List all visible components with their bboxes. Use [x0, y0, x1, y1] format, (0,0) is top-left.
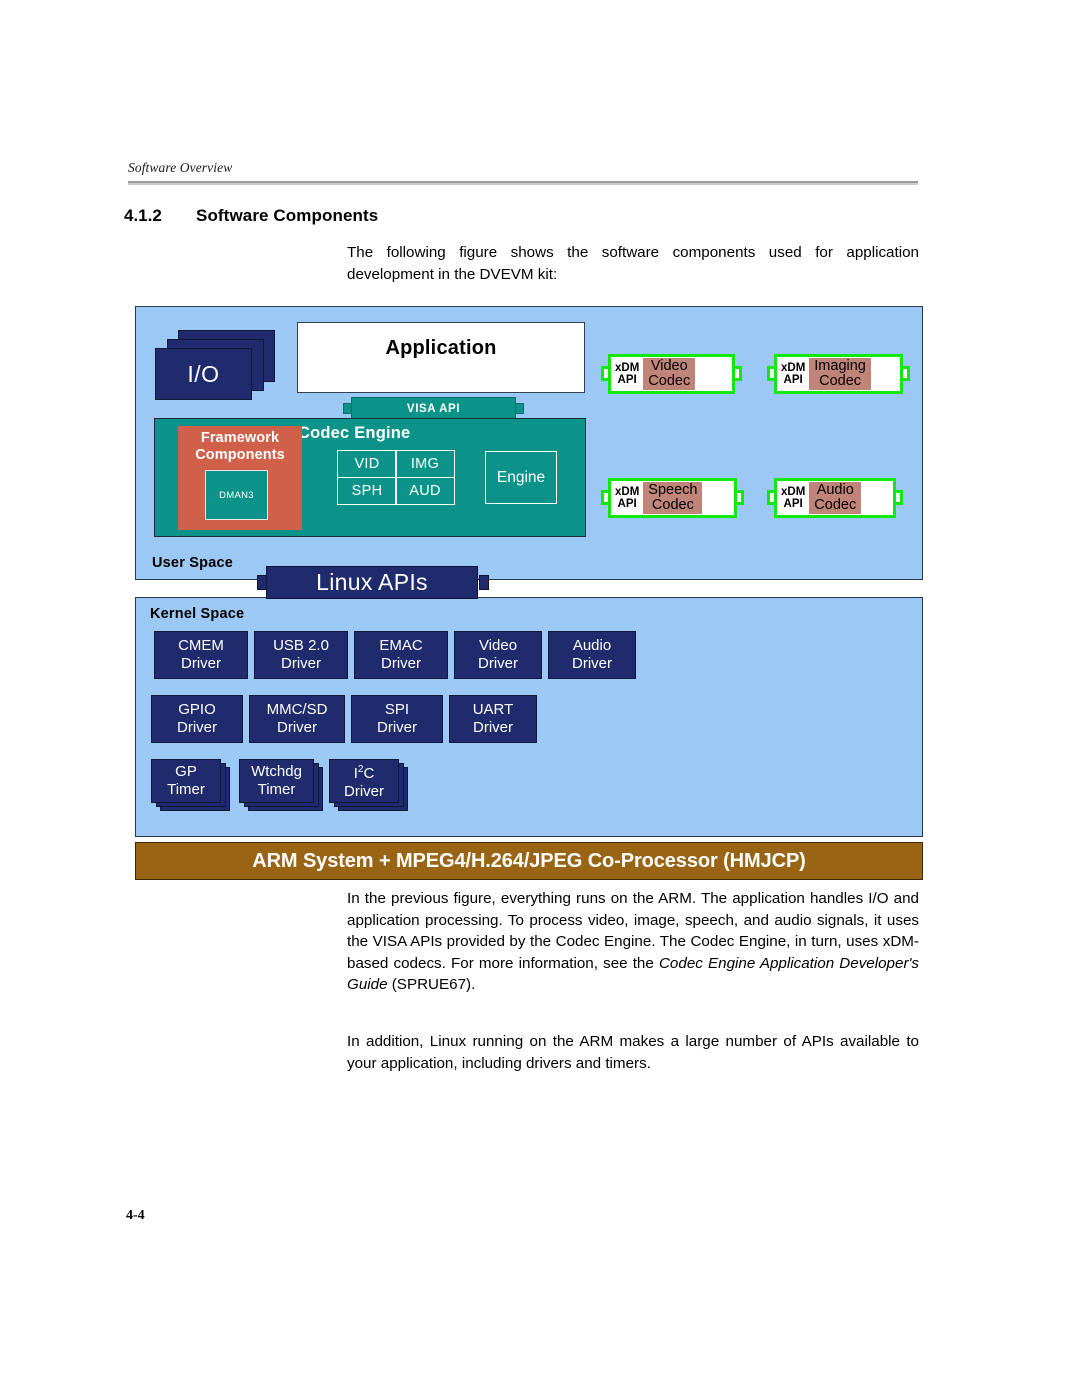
- driver-gp-timer-line1: GP: [175, 762, 197, 780]
- visa-api-connector: VISA API: [343, 397, 524, 420]
- visa-cell-sph: SPH: [337, 476, 397, 505]
- driver-box-gpio: GPIO Driver: [151, 695, 243, 743]
- audio-codec-api-label: xDM API: [781, 486, 806, 510]
- driver-i2c-line2: Driver: [344, 783, 384, 800]
- intro-paragraph-text: The following figure shows the software …: [347, 244, 919, 283]
- speech-codec-name: Speech Codec: [643, 482, 703, 514]
- driver-box-cmem: CMEM Driver: [154, 631, 248, 679]
- closing-paragraph-text: In addition, Linux running on the ARM ma…: [347, 1033, 919, 1072]
- speech-codec-body: xDM API Speech Codec: [608, 478, 737, 518]
- framework-components-box: Framework Components DMAN3: [178, 426, 302, 530]
- driver-cmem-line1: CMEM: [178, 636, 224, 654]
- driver-uart-line2: Driver: [473, 719, 513, 736]
- intro-paragraph: The following figure shows the software …: [347, 242, 919, 285]
- driver-spi-line1: SPI: [384, 700, 410, 718]
- header-divider-rule: [128, 181, 918, 185]
- driver-mmcsd-line2: Driver: [277, 719, 317, 736]
- section-number: 4.1.2: [124, 206, 162, 225]
- driver-audio-line1: Audio: [572, 636, 612, 654]
- dman3-label: DMAN3: [219, 489, 254, 501]
- visa-cell-vid: VID: [337, 450, 397, 479]
- imaging-codec-block: xDM API Imaging Codec: [767, 354, 910, 394]
- driver-emac-line1: EMAC: [379, 636, 423, 654]
- driver-watchdog-line1: Wtchdg: [251, 762, 302, 780]
- visa-cell-aud: AUD: [395, 476, 455, 505]
- kernel-space-label: Kernel Space: [150, 606, 245, 622]
- audio-codec-block: xDM API Audio Codec: [767, 478, 903, 518]
- driver-box-i2c: I2C Driver: [329, 759, 399, 803]
- driver-usb-line2: Driver: [281, 655, 321, 672]
- framework-components-title: Framework Components: [195, 430, 285, 463]
- application-box: Application: [297, 322, 585, 393]
- visa-cell-img: IMG: [395, 450, 455, 479]
- driver-video-line1: Video: [478, 636, 518, 654]
- driver-cmem-line2: Driver: [181, 655, 221, 672]
- engine-label: Engine: [496, 468, 546, 486]
- driver-stack-watchdog-timer: Wtchdg Timer: [239, 759, 323, 811]
- application-label: Application: [385, 337, 497, 359]
- driver-gpio-line2: Driver: [177, 719, 217, 736]
- section-title: Software Components: [196, 206, 379, 225]
- driver-video-line2: Driver: [478, 655, 518, 672]
- visa-api-body: VISA API: [351, 397, 516, 420]
- arm-system-label: ARM System + MPEG4/H.264/JPEG Co-Process…: [252, 849, 806, 872]
- io-label: I/O: [187, 360, 220, 387]
- driver-i2c-line1: I2C: [353, 763, 375, 782]
- driver-spi-line2: Driver: [377, 719, 417, 736]
- driver-box-usb: USB 2.0 Driver: [254, 631, 348, 679]
- page-title: 4.1.2 Software Components: [124, 206, 378, 226]
- driver-uart-line1: UART: [472, 700, 514, 718]
- post-figure-paragraph-text: In the previous figure, everything runs …: [347, 888, 919, 996]
- user-space-label: User Space: [152, 555, 233, 571]
- speech-codec-block: xDM API Speech Codec: [601, 478, 744, 518]
- video-codec-api-label: xDM API: [615, 362, 640, 386]
- closing-paragraph: In addition, Linux running on the ARM ma…: [347, 1031, 919, 1074]
- driver-stack-gp-timer: GP Timer: [151, 759, 230, 811]
- linux-apis-nub-right: [479, 575, 489, 590]
- dman3-box: DMAN3: [205, 470, 268, 520]
- driver-gpio-line1: GPIO: [178, 700, 216, 718]
- linux-apis-connector: Linux APIs: [257, 566, 489, 599]
- driver-box-watchdog-timer: Wtchdg Timer: [239, 759, 314, 803]
- audio-codec-body: xDM API Audio Codec: [774, 478, 896, 518]
- driver-box-gp-timer: GP Timer: [151, 759, 221, 803]
- arm-system-bar: ARM System + MPEG4/H.264/JPEG Co-Process…: [135, 842, 923, 880]
- running-header: Software Overview: [128, 160, 918, 185]
- codec-engine-box: Codec Engine Framework Components DMAN3 …: [154, 418, 586, 537]
- driver-box-video: Video Driver: [454, 631, 542, 679]
- imaging-codec-name: Imaging Codec: [809, 358, 871, 390]
- linux-apis-body: Linux APIs: [266, 566, 478, 599]
- driver-mmcsd-line1: MMC/SD: [266, 700, 328, 718]
- driver-stack-i2c: I2C Driver: [329, 759, 408, 811]
- driver-emac-line2: Driver: [381, 655, 421, 672]
- driver-box-audio: Audio Driver: [548, 631, 636, 679]
- driver-box-mmcsd: MMC/SD Driver: [249, 695, 345, 743]
- driver-audio-line2: Driver: [572, 655, 612, 672]
- imaging-codec-api-label: xDM API: [781, 362, 806, 386]
- audio-codec-name: Audio Codec: [809, 482, 862, 514]
- video-codec-body: xDM API Video Codec: [608, 354, 735, 394]
- io-card-front: I/O: [155, 348, 252, 400]
- running-head-text: Software Overview: [128, 160, 233, 175]
- video-codec-block: xDM API Video Codec: [601, 354, 742, 394]
- post-figure-paragraph: In the previous figure, everything runs …: [347, 888, 919, 996]
- driver-usb-line1: USB 2.0: [273, 636, 329, 654]
- speech-codec-api-label: xDM API: [615, 486, 640, 510]
- page-footer: 4-4: [126, 1208, 145, 1223]
- driver-watchdog-line2: Timer: [257, 781, 296, 798]
- visa-api-label: VISA API: [406, 402, 461, 415]
- driver-box-emac: EMAC Driver: [354, 631, 448, 679]
- software-components-figure: User Space I/O Application VISA API Code…: [135, 306, 923, 880]
- video-codec-name: Video Codec: [643, 358, 696, 390]
- visa-class-grid: VID IMG SPH AUD: [337, 450, 455, 505]
- driver-box-spi: SPI Driver: [351, 695, 443, 743]
- codec-engine-title: Codec Engine: [298, 424, 411, 442]
- linux-apis-label: Linux APIs: [316, 569, 428, 595]
- post-figure-part2: (SPRUE67).: [387, 976, 476, 993]
- io-stack: I/O: [155, 330, 275, 400]
- engine-box: Engine: [485, 451, 557, 504]
- driver-box-uart: UART Driver: [449, 695, 537, 743]
- imaging-codec-body: xDM API Imaging Codec: [774, 354, 903, 394]
- driver-gp-timer-line2: Timer: [167, 781, 205, 798]
